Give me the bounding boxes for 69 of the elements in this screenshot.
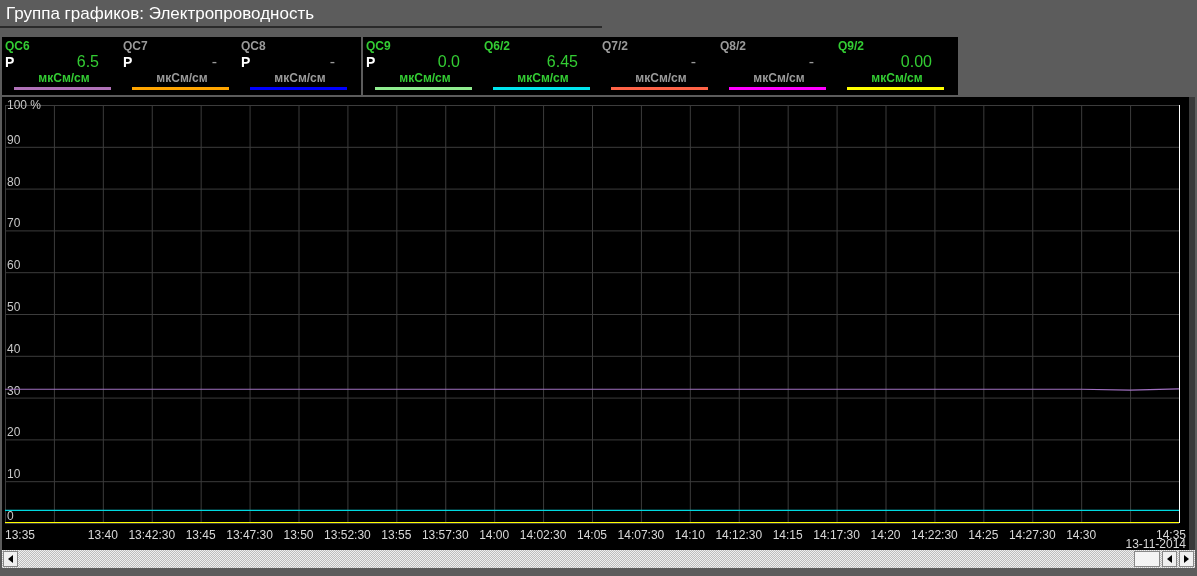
channel-value: 0.00 [900,54,932,70]
horizontal-scrollbar[interactable] [2,550,1195,568]
mode-label: P [241,55,252,69]
x-axis-label: 13:47:30 [226,528,273,542]
channel-name: Q8/2 [720,39,746,53]
scroll-left-button[interactable] [1162,551,1177,567]
x-axis-label: 13:57:30 [421,528,469,542]
x-axis-label: 14:07:30 [617,528,665,542]
channel-name: Q6/2 [484,39,510,53]
x-axis-label: 14:22:30 [911,528,958,542]
channel-value: 0.0 [437,54,460,70]
x-axis-label: 14:02:30 [519,528,567,542]
x-axis-label: 13:42:30 [128,528,176,542]
scroll-right-button[interactable] [1179,551,1194,567]
scroll-thumb[interactable] [1134,551,1160,567]
x-axis-label: 14:25 [968,528,999,542]
unit-label: мкСм/см [156,71,208,85]
channel-name: Q9/2 [838,39,864,53]
mode-label: P [5,55,16,69]
channel-value: - [690,54,696,70]
x-axis-label: 13:40 [87,528,118,542]
y-axis-label: 100 % [7,98,42,112]
x-axis-label: 14:12:30 [715,528,763,542]
channel-value: - [211,54,217,70]
x-axis-label: 14:00 [479,528,510,542]
channel-value: - [329,54,335,70]
channel-name: QC6 [5,39,30,53]
y-axis-label: 70 [7,216,21,231]
x-axis-label: 14:17:30 [813,528,860,542]
y-axis-label: 40 [7,341,21,356]
y-axis-label: 10 [7,467,21,482]
x-axis-label: 14:30 [1066,528,1097,542]
x-axis-label: 14:20 [870,528,901,542]
channel-value: - [808,54,814,70]
channel-name: QC8 [241,39,266,53]
unit-label: мкСм/см [871,71,923,85]
x-axis-label: 14:10 [674,528,705,542]
x-axis-label: 14:27:30 [1008,528,1056,542]
unit-label: мкСм/см [753,71,805,85]
y-axis-label: 60 [7,258,21,273]
x-axis-label: 13:35 [5,528,36,542]
y-axis-label: 0 [7,509,14,523]
left-arrow-icon [1167,555,1172,563]
y-axis-label: 50 [7,300,21,314]
channel-name: Q7/2 [602,39,628,53]
x-axis-label: 14:05 [577,528,607,542]
x-axis-label: 13:55 [381,528,412,542]
x-axis-label: 13:50 [283,528,314,542]
y-axis-label: 90 [7,132,21,147]
y-axis-label: 80 [7,174,21,189]
unit-label: мкСм/см [399,71,451,85]
left-arrow-icon [8,555,13,563]
unit-label: мкСм/см [38,71,90,85]
unit-label: мкСм/см [274,71,326,85]
mode-label: P [366,55,377,69]
channel-value: 6.5 [76,54,99,70]
unit-label: мкСм/см [517,71,569,85]
x-axis-label: 14:15 [772,528,803,542]
channel-name: QC9 [366,39,391,53]
x-axis-label: 13:45 [185,528,216,542]
y-axis-label: 20 [7,425,21,440]
channel-name: QC7 [123,39,148,53]
x-axis-label: 13:52:30 [324,528,371,542]
scroll-left-button[interactable] [3,551,18,567]
right-arrow-icon [1184,555,1189,563]
unit-label: мкСм/см [635,71,687,85]
channel-value: 6.45 [546,54,578,70]
mode-label: P [123,55,134,69]
window-title: Группа графиков: Электропроводность [6,4,315,22]
